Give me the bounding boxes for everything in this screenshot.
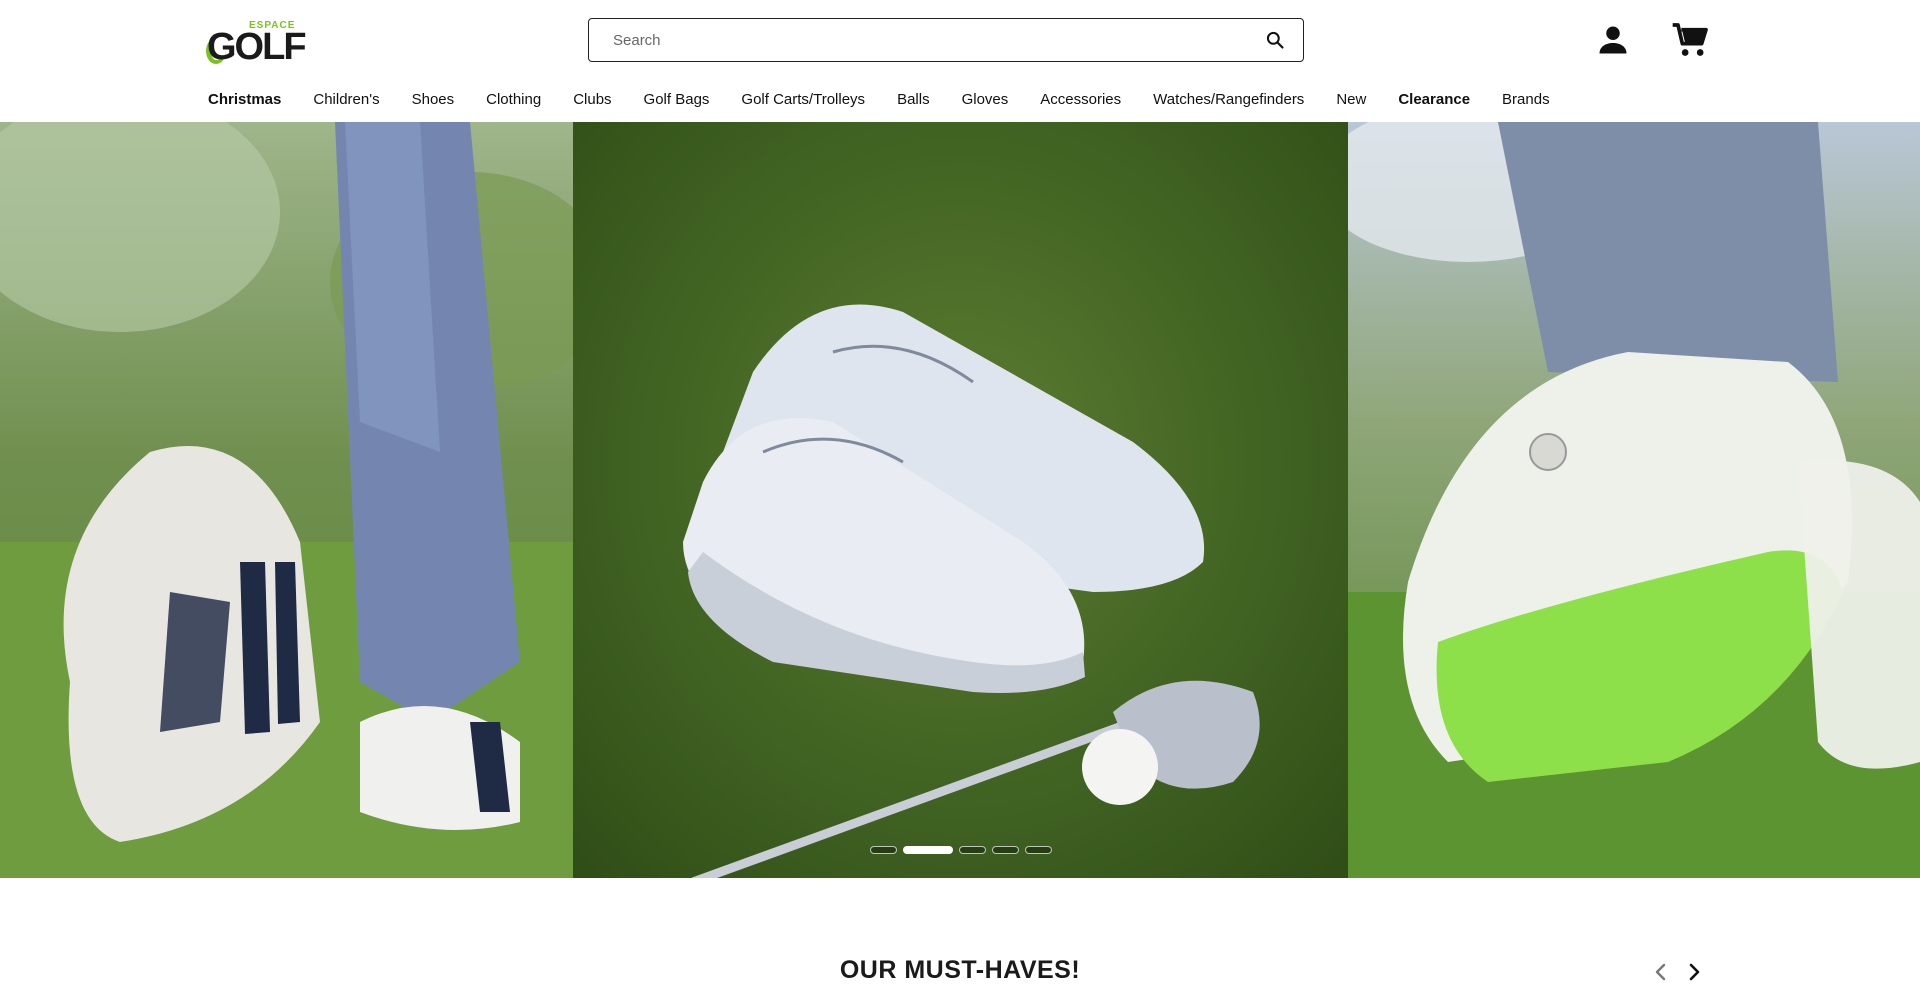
- section-title: OUR MUST-HAVES!: [839, 956, 1081, 984]
- nav-item-brands[interactable]: Brands: [1502, 91, 1550, 108]
- carousel-dot-5[interactable]: [1025, 846, 1052, 854]
- golf-shoe-heel-image[interactable]: [0, 122, 573, 878]
- nav-item-golf-bags[interactable]: Golf Bags: [644, 91, 710, 108]
- carousel-dot-3[interactable]: [959, 846, 986, 854]
- hero-carousel[interactable]: [0, 122, 1920, 878]
- search-bar: [588, 18, 1304, 62]
- site-header: ESPACE GOLF Christmas Children's Shoes C…: [0, 0, 1920, 122]
- nav-item-accessories[interactable]: Accessories: [1040, 91, 1121, 108]
- carousel-dot-4[interactable]: [992, 846, 1019, 854]
- main-nav: Christmas Children's Shoes Clothing Club…: [208, 91, 1582, 108]
- nav-item-new[interactable]: New: [1336, 91, 1366, 108]
- cart-icon[interactable]: [1671, 20, 1711, 60]
- white-sneakers-on-grass-image[interactable]: [573, 122, 1348, 878]
- nav-item-shoes[interactable]: Shoes: [412, 91, 455, 108]
- search-icon[interactable]: [1255, 20, 1295, 60]
- nav-item-gloves[interactable]: Gloves: [962, 91, 1009, 108]
- logo-golf-text: GOLF: [207, 26, 307, 68]
- nav-item-clearance[interactable]: Clearance: [1398, 91, 1470, 108]
- green-sole-golf-shoe-image[interactable]: [1348, 122, 1920, 878]
- nav-item-christmas[interactable]: Christmas: [208, 91, 281, 108]
- carousel-pagination: [870, 846, 1052, 854]
- nav-item-childrens[interactable]: Children's: [313, 91, 379, 108]
- account-icon[interactable]: [1595, 22, 1631, 58]
- nav-item-clubs[interactable]: Clubs: [573, 91, 611, 108]
- nav-item-watches[interactable]: Watches/Rangefinders: [1153, 91, 1304, 108]
- chevron-right-icon[interactable]: [1682, 960, 1706, 984]
- nav-item-clothing[interactable]: Clothing: [486, 91, 541, 108]
- carousel-dot-1[interactable]: [870, 846, 897, 854]
- nav-item-balls[interactable]: Balls: [897, 91, 930, 108]
- carousel-dot-2[interactable]: [903, 846, 953, 854]
- site-logo[interactable]: ESPACE GOLF: [206, 18, 307, 68]
- nav-item-golf-carts[interactable]: Golf Carts/Trolleys: [741, 91, 865, 108]
- search-input[interactable]: [589, 19, 1255, 61]
- chevron-left-icon[interactable]: [1649, 960, 1673, 984]
